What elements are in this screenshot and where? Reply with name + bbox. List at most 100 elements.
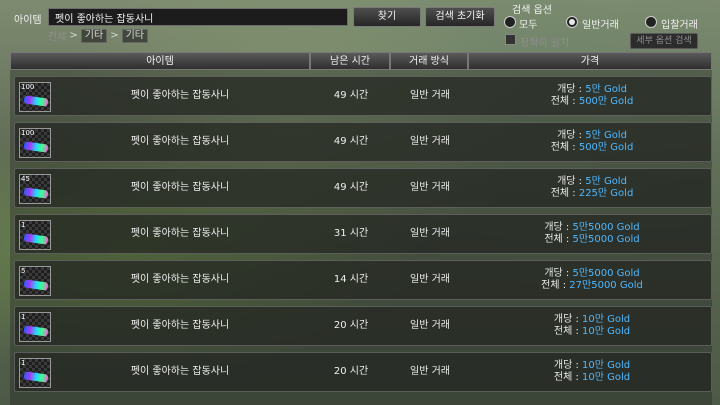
remaining-time: 31 시간 (333, 228, 369, 239)
breadcrumb-separator-icon: > (110, 30, 119, 41)
item-quantity: 1 (21, 221, 26, 229)
table-row[interactable]: 1 펫이 좋아하는 잡동사니 20 시간 일반 거래 개당 : 10만 Gold… (14, 352, 712, 392)
total-price-label: 전체 : (550, 96, 576, 107)
item-name: 펫이 좋아하는 잡동사니 (130, 90, 230, 101)
trade-method: 일반 거래 (410, 182, 450, 193)
remaining-time: 20 시간 (333, 366, 369, 377)
unit-price-label: 개당 : (557, 176, 583, 187)
breadcrumb-item[interactable]: 기타 (80, 28, 108, 43)
unit-price: 10만 Gold (582, 360, 631, 371)
total-price-label: 전체 : (550, 188, 576, 199)
total-price: 225만 Gold (578, 188, 634, 199)
junk-gem-icon (23, 141, 49, 153)
unit-price-label: 개당 : (557, 130, 583, 141)
column-trade-method[interactable]: 거래 방식 (390, 52, 468, 70)
search-input[interactable] (48, 8, 348, 26)
unit-price-label: 개당 : (553, 360, 579, 371)
item-label: 아이템 (14, 15, 42, 26)
radio-normal-trade[interactable] (566, 16, 578, 28)
total-price: 10만 Gold (582, 372, 631, 383)
total-price-label: 전체 : (550, 142, 576, 153)
breadcrumb: 전체 > 기타 > 기타 (48, 28, 148, 43)
total-price: 5만5000 Gold (572, 234, 640, 245)
item-quantity: 1 (21, 313, 26, 321)
unit-price: 10만 Gold (582, 314, 631, 325)
item-quantity: 1 (21, 359, 26, 367)
junk-gem-icon (23, 187, 49, 199)
item-icon: 45 (19, 174, 51, 204)
radio-bid-trade-label: 입찰거래 (661, 20, 698, 31)
remaining-time: 49 시간 (333, 90, 369, 101)
item-quantity: 100 (21, 83, 35, 91)
search-bar: 아이템 찾기 검색 초기화 전체 > 기타 > 기타 검색 옵션 모두 일반거래… (0, 0, 720, 52)
junk-gem-icon (23, 325, 49, 337)
price-cell: 개당 : 5만 Gold 전체 : 225만 Gold (471, 169, 713, 207)
item-icon: 5 (19, 266, 51, 296)
exact-match-label: 정확히 일치 (520, 38, 570, 49)
table-row[interactable]: 5 펫이 좋아하는 잡동사니 14 시간 일반 거래 개당 : 5만5000 G… (14, 260, 712, 300)
item-icon: 100 (19, 82, 51, 112)
item-quantity: 45 (21, 175, 30, 183)
item-name: 펫이 좋아하는 잡동사니 (130, 228, 230, 239)
breadcrumb-separator-icon: > (69, 30, 78, 41)
total-price: 500만 Gold (578, 142, 634, 153)
unit-price-label: 개당 : (553, 314, 579, 325)
radio-normal-trade-label: 일반거래 (582, 20, 619, 31)
trade-method: 일반 거래 (410, 136, 450, 147)
item-icon: 100 (19, 128, 51, 158)
junk-gem-icon (23, 95, 49, 107)
price-cell: 개당 : 10만 Gold 전체 : 10만 Gold (471, 307, 713, 345)
item-icon: 1 (19, 220, 51, 250)
radio-all[interactable] (504, 16, 516, 28)
total-price: 27만5000 Gold (569, 280, 643, 291)
item-name: 펫이 좋아하는 잡동사니 (130, 136, 230, 147)
total-price: 500만 Gold (578, 96, 634, 107)
unit-price-label: 개당 : (557, 84, 583, 95)
item-name: 펫이 좋아하는 잡동사니 (130, 182, 230, 193)
table-row[interactable]: 100 펫이 좋아하는 잡동사니 49 시간 일반 거래 개당 : 5만 Gol… (14, 76, 712, 116)
junk-gem-icon (23, 233, 49, 245)
breadcrumb-item[interactable]: 전체 (48, 28, 66, 43)
total-price-label: 전체 : (541, 280, 567, 291)
search-button[interactable]: 찾기 (353, 7, 421, 27)
item-icon: 1 (19, 312, 51, 342)
listing-table: 아이템 남은 시간 거래 방식 가격 100 펫이 좋아하는 잡동사니 49 시… (10, 52, 712, 405)
price-cell: 개당 : 5만5000 Gold 전체 : 5만5000 Gold (471, 215, 713, 253)
table-row[interactable]: 100 펫이 좋아하는 잡동사니 49 시간 일반 거래 개당 : 5만 Gol… (14, 122, 712, 162)
table-row[interactable]: 1 펫이 좋아하는 잡동사니 31 시간 일반 거래 개당 : 5만5000 G… (14, 214, 712, 254)
column-item[interactable]: 아이템 (10, 52, 310, 70)
total-price-label: 전체 : (544, 234, 570, 245)
detail-options-button[interactable]: 세부 옵션 검색 (630, 33, 698, 49)
trade-method: 일반 거래 (410, 366, 450, 377)
price-cell: 개당 : 5만 Gold 전체 : 500만 Gold (471, 123, 713, 161)
remaining-time: 14 시간 (333, 274, 369, 285)
breadcrumb-item[interactable]: 기타 (121, 28, 148, 43)
table-row[interactable]: 45 펫이 좋아하는 잡동사니 49 시간 일반 거래 개당 : 5만 Gold… (14, 168, 712, 208)
price-cell: 개당 : 10만 Gold 전체 : 10만 Gold (471, 353, 713, 391)
table-row[interactable]: 1 펫이 좋아하는 잡동사니 20 시간 일반 거래 개당 : 10만 Gold… (14, 306, 712, 346)
unit-price-label: 개당 : (544, 222, 570, 233)
trade-method: 일반 거래 (410, 320, 450, 331)
reset-search-button[interactable]: 검색 초기화 (425, 7, 495, 27)
item-icon: 1 (19, 358, 51, 388)
radio-bid-trade[interactable] (645, 16, 657, 28)
item-quantity: 5 (21, 267, 26, 275)
junk-gem-icon (23, 371, 49, 383)
radio-all-label: 모두 (519, 20, 538, 31)
trade-method: 일반 거래 (410, 228, 450, 239)
unit-price: 5만5000 Gold (572, 268, 640, 279)
search-options-title: 검색 옵션 (512, 5, 552, 16)
unit-price-label: 개당 : (544, 268, 570, 279)
item-name: 펫이 좋아하는 잡동사니 (130, 320, 230, 331)
item-name: 펫이 좋아하는 잡동사니 (130, 274, 230, 285)
column-remaining-time[interactable]: 남은 시간 (310, 52, 390, 70)
item-quantity: 100 (21, 129, 35, 137)
trade-method: 일반 거래 (410, 90, 450, 101)
price-cell: 개당 : 5만 Gold 전체 : 500만 Gold (471, 77, 713, 115)
junk-gem-icon (23, 279, 49, 291)
exact-match-checkbox[interactable] (505, 34, 516, 45)
remaining-time: 49 시간 (333, 136, 369, 147)
unit-price: 5만5000 Gold (572, 222, 640, 233)
column-price[interactable]: 가격 (468, 52, 712, 70)
unit-price: 5만 Gold (585, 176, 627, 187)
